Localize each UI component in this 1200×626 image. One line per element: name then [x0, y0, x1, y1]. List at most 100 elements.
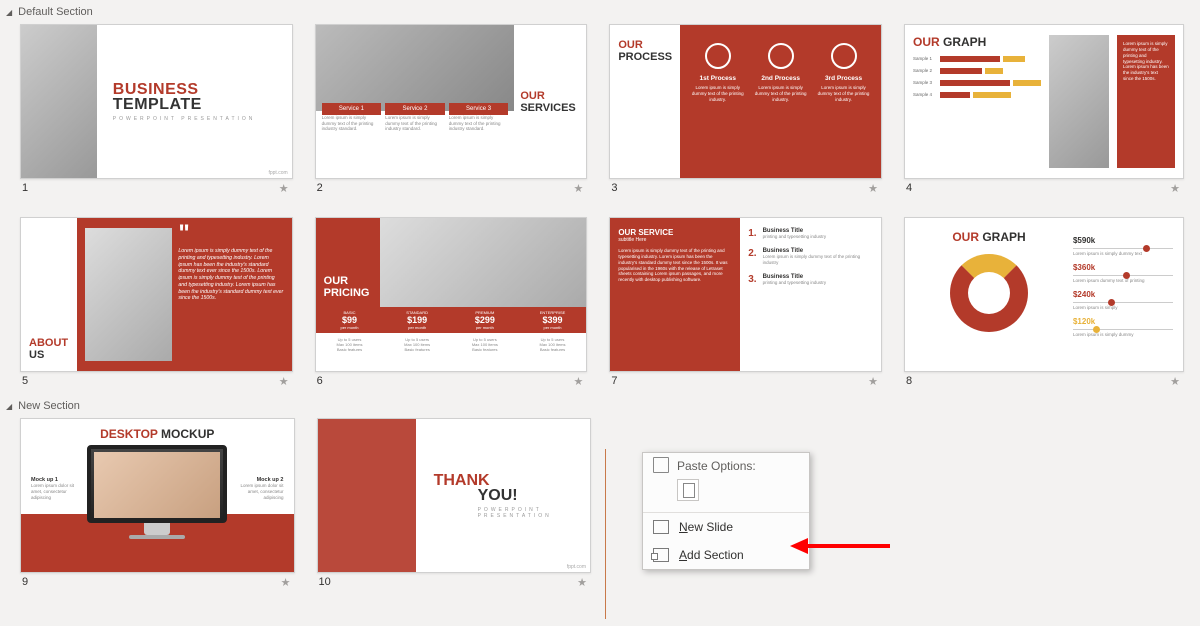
insertion-caret [605, 449, 606, 619]
paste-header-label: Paste Options: [677, 459, 756, 473]
slide-thumbnail-3[interactable]: OUR PROCESS 1st ProcessLorem ipsum is si… [609, 24, 882, 179]
star-icon[interactable]: ★ [577, 576, 587, 589]
star-icon[interactable]: ★ [1170, 375, 1180, 388]
slide-number: 9 [22, 576, 28, 589]
val: $590k [1073, 236, 1173, 245]
slide5-b: US [29, 349, 69, 361]
section-header-new[interactable]: ◢ New Section [0, 394, 1200, 416]
slide10-img [318, 419, 416, 572]
slide-number: 2 [317, 182, 323, 195]
star-icon[interactable]: ★ [573, 182, 583, 195]
num-icon: 1. [748, 228, 756, 240]
slide-thumbnail-1[interactable]: BUSINESS TEMPLATE POWERPOINT PRESENTATIO… [20, 24, 293, 179]
num-icon: 3. [748, 274, 756, 286]
slide2-photo [316, 25, 515, 111]
slide7-body: Lorem ipsum is simply dummy text of the … [618, 248, 732, 283]
paste-header-icon [653, 457, 669, 473]
slide-cell-9: DESKTOP MOCKUP Mock up 1Lorem ipsum dolo… [20, 418, 295, 589]
bar-label: Sample 3 [913, 80, 937, 85]
target-icon [768, 43, 794, 69]
bt-body: printing and typesetting industry [763, 280, 827, 286]
slide6-a: OUR [324, 275, 372, 287]
slide6-pricing: BASIC$99per month STANDARD$199per month … [316, 307, 587, 333]
slide-number: 4 [906, 182, 912, 195]
slide-thumbnail-2[interactable]: Service 1Lorem ipsum is simply dummy tex… [315, 24, 588, 179]
slide6-img [380, 218, 587, 307]
slide1-sub: POWERPOINT PRESENTATION [113, 116, 292, 122]
bar-label: Sample 1 [913, 56, 937, 61]
section-header-default[interactable]: ◢ Default Section [0, 0, 1200, 22]
star-icon[interactable]: ★ [1170, 182, 1180, 195]
process-icon [705, 43, 731, 69]
slide2-svc3: Service 3 [449, 103, 509, 115]
slide6-b: PRICING [324, 287, 372, 299]
slide-thumbnail-9[interactable]: DESKTOP MOCKUP Mock up 1Lorem ipsum dolo… [20, 418, 295, 573]
plan-per: per month [519, 325, 587, 330]
star-icon[interactable]: ★ [573, 375, 583, 388]
slide-thumbnail-10[interactable]: THANK YOU! POWERPOINT PRESENTATION fppt.… [317, 418, 592, 573]
bar-label: Sample 4 [913, 92, 937, 97]
slide3-p1: 1st Process [690, 75, 745, 82]
slide-cell-8: OUR GRAPH $590kLorem ipsum is simply dum… [904, 217, 1184, 388]
slide3-proc-body: Lorem ipsum is simply dummy text of the … [753, 85, 808, 103]
menu-accel: N [679, 520, 688, 534]
slide-number: 5 [22, 375, 28, 388]
slide-number: 8 [906, 375, 912, 388]
val: $360k [1073, 263, 1173, 272]
slide3-p2: 2nd Process [753, 75, 808, 82]
mockup-body: Lorem ipsum dolor sit amet, consectetur … [31, 483, 75, 501]
annotation-arrow-icon [790, 536, 890, 556]
menu-item-new-slide[interactable]: New Slide [643, 513, 809, 541]
paste-option-button[interactable] [677, 479, 699, 501]
slide-cell-7: OUR SERVICE subtitle Here Lorem ipsum is… [609, 217, 882, 388]
slide5-img [85, 228, 172, 361]
star-icon[interactable]: ★ [868, 375, 878, 388]
slide3-p3: 3rd Process [816, 75, 871, 82]
star-icon[interactable]: ★ [279, 182, 289, 195]
menu-label: dd Section [687, 548, 744, 562]
slide5-a: ABOUT [29, 337, 69, 349]
slide-thumbnail-5[interactable]: ABOUTUS " Lorem ipsum is simply dummy te… [20, 217, 293, 372]
bt-body: Lorem ipsum is simply dummy text of the … [763, 254, 873, 266]
menu-accel: A [679, 548, 687, 562]
slide7-t: OUR SERVICE [618, 228, 732, 237]
paste-options-row [643, 477, 809, 513]
slides-row-2: DESKTOP MOCKUP Mock up 1Lorem ipsum dolo… [0, 416, 1200, 595]
slide-cell-5: ABOUTUS " Lorem ipsum is simply dummy te… [20, 217, 293, 388]
slide8-tb: GRAPH [979, 230, 1026, 244]
donut-chart [950, 254, 1028, 332]
plan-price: $199 [383, 315, 451, 325]
collapse-arrow-icon: ◢ [6, 402, 12, 411]
slide4-img [1049, 35, 1109, 168]
plan-price: $299 [451, 315, 519, 325]
slide7-st: subtitle Here [618, 237, 732, 243]
slide10-sub: POWERPOINT PRESENTATION [478, 507, 572, 519]
slide-thumbnail-4[interactable]: OUR GRAPH Sample 1 Sample 2 Sample 3 Sam… [904, 24, 1184, 179]
slide5-body: Lorem ipsum is simply dummy text of the … [178, 248, 283, 302]
slide3-l1: OUR [618, 39, 672, 51]
slide3-proc-body: Lorem ipsum is simply dummy text of the … [690, 85, 745, 103]
star-icon[interactable]: ★ [868, 182, 878, 195]
star-icon[interactable]: ★ [279, 375, 289, 388]
slide-cell-10: THANK YOU! POWERPOINT PRESENTATION fppt.… [317, 418, 592, 589]
slide1-title2: TEMPLATE [113, 96, 292, 114]
collapse-arrow-icon: ◢ [6, 8, 12, 17]
slide2-body: Lorem ipsum is simply dummy text of the … [322, 115, 382, 133]
plan-per: per month [383, 325, 451, 330]
slide-number: 10 [319, 576, 331, 589]
slide1-image [21, 25, 97, 178]
slide-thumbnail-8[interactable]: OUR GRAPH $590kLorem ipsum is simply dum… [904, 217, 1184, 372]
menu-item-add-section[interactable]: Add Section [643, 541, 809, 569]
plan-per: per month [316, 325, 384, 330]
num-icon: 2. [748, 248, 756, 266]
slide4-tb: GRAPH [940, 35, 987, 49]
slide-cell-1: BUSINESS TEMPLATE POWERPOINT PRESENTATIO… [20, 24, 293, 195]
star-icon[interactable]: ★ [281, 576, 291, 589]
slide-number: 3 [611, 182, 617, 195]
plan-price: $399 [519, 315, 587, 325]
mockup-body: Lorem ipsum dolor sit amet, consectetur … [240, 483, 284, 501]
slide-thumbnail-7[interactable]: OUR SERVICE subtitle Here Lorem ipsum is… [609, 217, 882, 372]
slide8-values: $590kLorem ipsum is simply dummy text $3… [1073, 230, 1173, 359]
slide-thumbnail-6[interactable]: OURPRICING BASIC$99per month STANDARD$19… [315, 217, 588, 372]
val: $240k [1073, 290, 1173, 299]
